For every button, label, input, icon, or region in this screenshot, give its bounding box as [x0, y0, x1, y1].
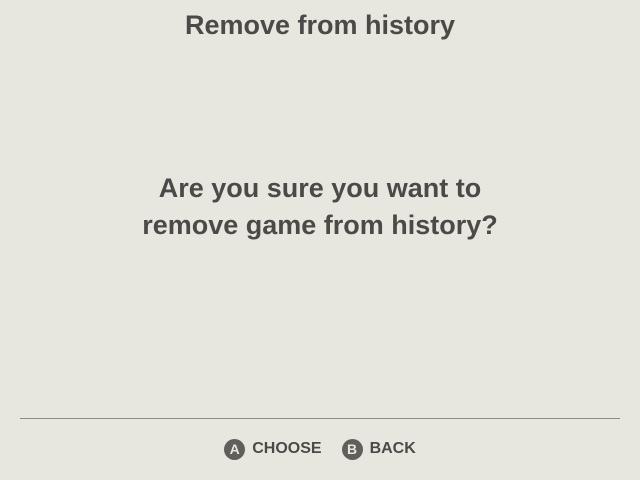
back-button[interactable]: B BACK — [341, 438, 416, 460]
back-label: BACK — [369, 440, 416, 457]
choose-label: CHOOSE — [252, 440, 322, 457]
a-button-icon: A — [224, 438, 246, 460]
footer-divider — [20, 418, 620, 419]
b-button-icon: B — [341, 438, 363, 460]
confirmation-message: Are you sure you want to remove game fro… — [0, 170, 640, 244]
confirmation-message-line-1: Are you sure you want to — [158, 173, 482, 203]
button-hints-bar: A CHOOSE B BACK — [0, 437, 640, 461]
page-title: Remove from history — [184, 10, 456, 40]
confirmation-message-line-2: remove game from history? — [142, 210, 498, 240]
choose-button[interactable]: A CHOOSE — [224, 438, 322, 460]
